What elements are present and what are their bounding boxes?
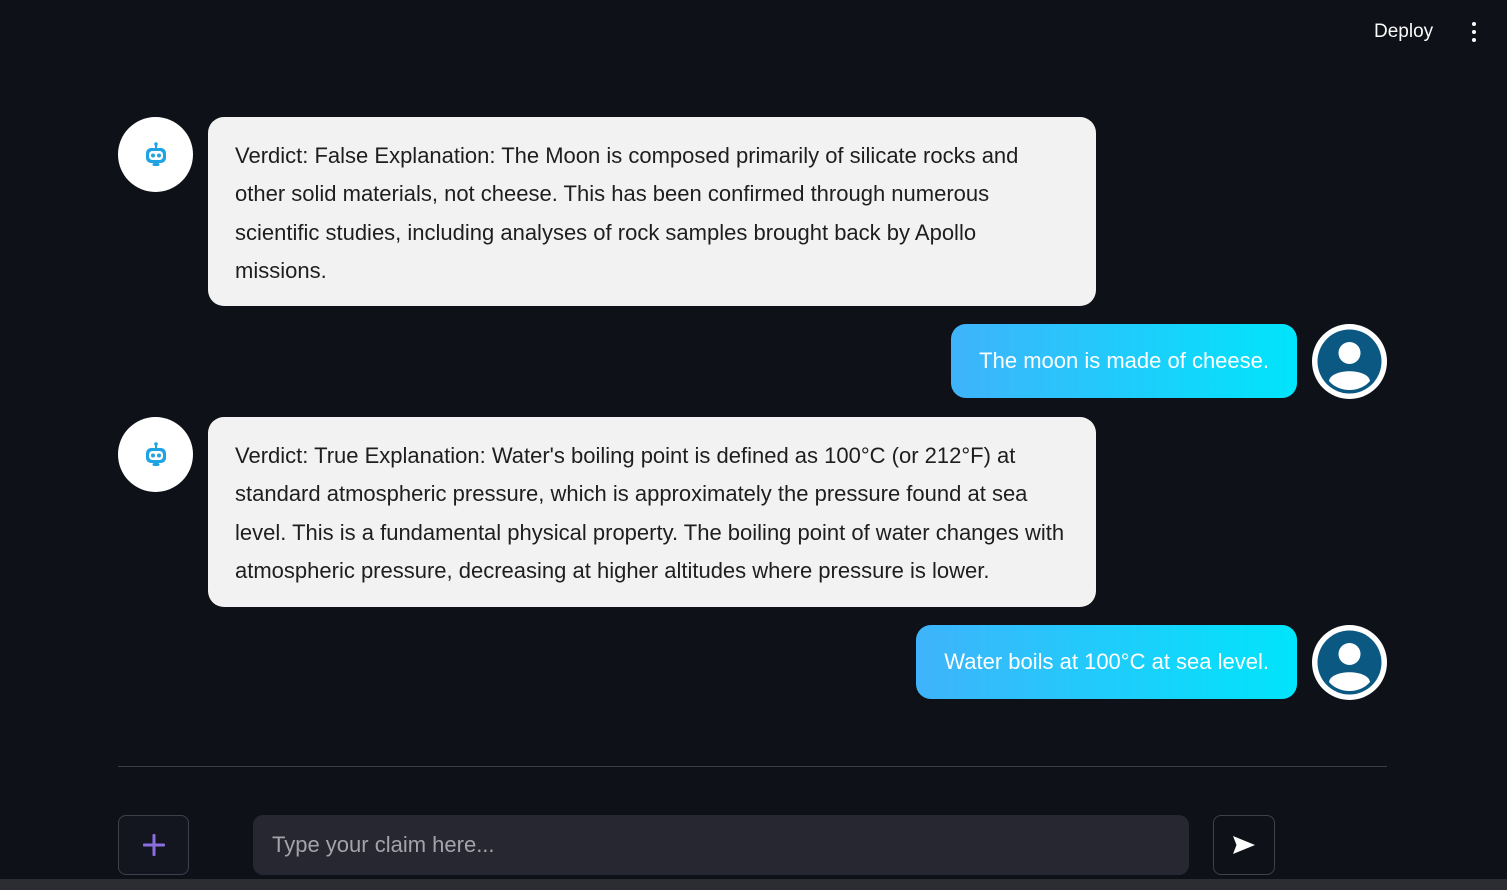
user-avatar-icon (1312, 625, 1387, 700)
chat-app: Deploy Verdict: False Explanation: The M… (0, 0, 1507, 890)
horizontal-scrollbar[interactable] (0, 879, 1507, 890)
send-icon (1233, 836, 1255, 854)
deploy-button[interactable]: Deploy (1358, 14, 1449, 50)
plus-icon (142, 834, 165, 856)
user-message: The moon is made of cheese. (951, 324, 1297, 398)
claim-input[interactable] (253, 815, 1189, 875)
send-button[interactable] (1213, 815, 1275, 875)
bot-message: Verdict: False Explanation: The Moon is … (208, 117, 1096, 306)
more-vertical-icon[interactable] (1456, 14, 1492, 50)
user-avatar-icon (1312, 324, 1387, 399)
menu-dot (1472, 30, 1476, 34)
user-message: Water boils at 100°C at sea level. (916, 625, 1297, 699)
bot-message: Verdict: True Explanation: Water's boili… (208, 417, 1096, 607)
robot-icon (118, 417, 193, 492)
divider (118, 766, 1387, 767)
menu-dot (1472, 22, 1476, 26)
menu-dot (1472, 38, 1476, 42)
add-button[interactable] (118, 815, 189, 875)
robot-icon (118, 117, 193, 192)
